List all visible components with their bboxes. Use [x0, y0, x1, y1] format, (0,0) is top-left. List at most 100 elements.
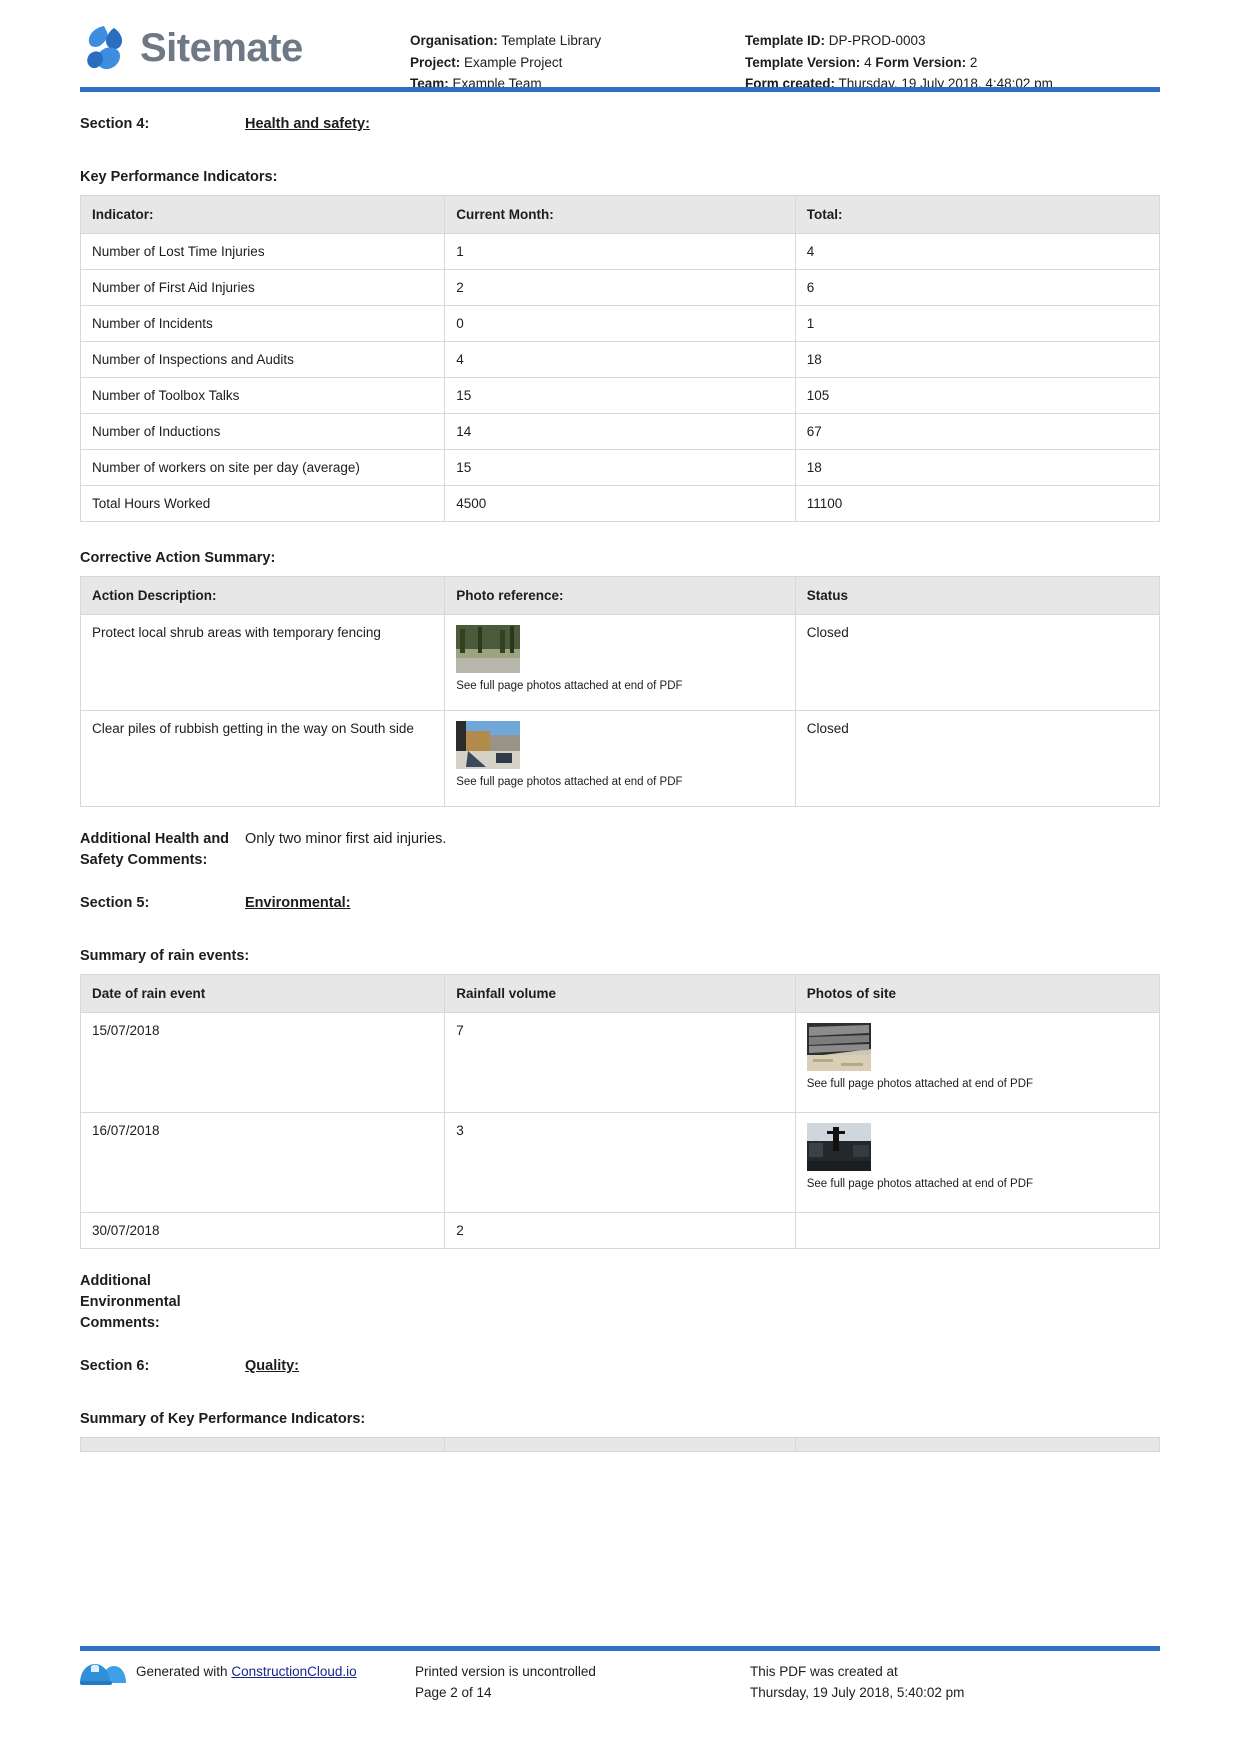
rain-header-row: Date of rain event Rainfall volume Photo…	[79, 974, 1161, 1013]
kpi-indicator: Number of Incidents	[79, 305, 446, 342]
section-5-number: Section 5:	[80, 895, 150, 911]
photo-caption: See full page photos attached at end of …	[806, 1078, 1034, 1090]
kpi-indicator: Number of Inductions	[79, 413, 446, 450]
rain-volume: 3	[444, 1112, 796, 1213]
health-safety-comments: Additional Health and Safety Comments: O…	[80, 829, 1160, 871]
corrective-photo-cell: See full page photos attached at end of …	[444, 614, 796, 711]
footer-page-number: Page 2 of 14	[415, 1685, 492, 1700]
header-divider	[80, 87, 1160, 92]
section-5-title: Environmental:	[245, 895, 351, 911]
template-version-line: Template Version: 4 Form Version: 2	[745, 52, 1053, 74]
footer-created-at-value: Thursday, 19 July 2018, 5:40:02 pm	[750, 1685, 965, 1700]
corrective-photo-cell: See full page photos attached at end of …	[444, 710, 796, 807]
footer-created-at: This PDF was created at Thursday, 19 Jul…	[750, 1661, 1085, 1703]
corrective-header-row: Action Description: Photo reference: Sta…	[79, 576, 1161, 615]
kpi-indicator: Number of Lost Time Injuries	[79, 233, 446, 270]
rain-date: 30/07/2018	[79, 1212, 446, 1249]
footer-divider	[80, 1646, 1160, 1651]
table-row	[79, 1437, 1161, 1452]
kpi-indicator: Total Hours Worked	[79, 485, 446, 522]
quality-stub-cell-1	[79, 1437, 446, 1452]
rain-heading: Summary of rain events:	[80, 948, 250, 964]
rain-col-photos: Photos of site	[794, 974, 1161, 1013]
kpi-col-indicator: Indicator:	[79, 195, 446, 234]
organisation-value: Template Library	[501, 33, 602, 48]
rain-date: 16/07/2018	[79, 1112, 446, 1213]
section-4-number: Section 4:	[80, 116, 150, 132]
form-version-label: Form Version:	[875, 54, 967, 70]
rain-photo-cell	[794, 1212, 1161, 1249]
kpi-header-row: Indicator: Current Month: Total:	[79, 195, 1161, 234]
document-header: Sitemate Organisation: Template Library …	[0, 0, 1240, 92]
form-version-value: 2	[969, 54, 978, 70]
table-row: Number of Inductions 14 67	[79, 413, 1161, 450]
section-heading-6: Section 6: Quality:	[80, 1358, 1160, 1374]
table-row: Clear piles of rubbish getting in the wa…	[79, 710, 1161, 807]
header-meta-right: Template ID: DP-PROD-0003 Template Versi…	[745, 14, 1053, 95]
quality-kpi-table-stub	[79, 1437, 1161, 1452]
brand-logo: Sitemate	[80, 14, 410, 72]
corrective-description: Protect local shrub areas with temporary…	[79, 614, 446, 711]
site-photo-thumbnail-2	[806, 1123, 871, 1171]
table-row: 30/07/2018 2	[79, 1212, 1161, 1249]
kpi-current: 15	[444, 449, 796, 486]
table-row: Total Hours Worked 4500 11100	[79, 485, 1161, 522]
template-id-label: Template ID:	[745, 33, 826, 48]
kpi-total: 67	[794, 413, 1161, 450]
corrective-col-photo: Photo reference:	[444, 576, 796, 615]
kpi-current: 1	[444, 233, 796, 270]
section-6-title: Quality:	[245, 1358, 299, 1374]
section-4-title: Health and safety:	[245, 116, 370, 132]
section-heading-4: Section 4: Health and safety:	[80, 116, 1160, 132]
organisation-label: Organisation:	[410, 33, 498, 48]
sitemate-logo-icon	[87, 26, 123, 70]
corrective-heading: Corrective Action Summary:	[80, 550, 276, 566]
table-row: Number of First Aid Injuries 2 6	[79, 269, 1161, 306]
table-row: Number of Lost Time Injuries 1 4	[79, 233, 1161, 270]
section-heading-5: Section 5: Environmental:	[80, 895, 1160, 911]
kpi-heading: Key Performance Indicators:	[80, 169, 278, 185]
environmental-comments: Additional Environmental Comments:	[80, 1271, 1160, 1334]
table-row: 16/07/2018 3 See full page photos attach…	[79, 1112, 1161, 1213]
rain-col-volume: Rainfall volume	[444, 974, 796, 1013]
table-row: 15/07/2018 7 See full page photos attach…	[79, 1012, 1161, 1113]
table-row: Protect local shrub areas with temporary…	[79, 614, 1161, 711]
kpi-table: Indicator: Current Month: Total: Number …	[79, 195, 1161, 522]
kpi-current: 4	[444, 341, 796, 378]
table-row: Number of Toolbox Talks 15 105	[79, 377, 1161, 414]
site-photo-thumbnail-1	[806, 1023, 871, 1071]
constructioncloud-link[interactable]: ConstructionCloud.io	[231, 1664, 356, 1679]
kpi-total: 6	[794, 269, 1161, 306]
quality-stub-cell-3	[794, 1437, 1161, 1452]
kpi-total: 18	[794, 449, 1161, 486]
health-safety-comments-value: Only two minor first aid injuries.	[245, 831, 447, 847]
environmental-comments-label: Additional Environmental Comments:	[80, 1273, 181, 1331]
kpi-col-current-month: Current Month:	[444, 195, 796, 234]
brand-name: Sitemate	[140, 26, 303, 70]
rain-col-date: Date of rain event	[79, 974, 446, 1013]
kpi-total: 105	[794, 377, 1161, 414]
corrective-col-status: Status	[794, 576, 1161, 615]
kpi-total: 18	[794, 341, 1161, 378]
kpi-total: 1	[794, 305, 1161, 342]
header-meta-left: Organisation: Template Library Project: …	[410, 14, 745, 95]
corrective-description: Clear piles of rubbish getting in the wa…	[79, 710, 446, 807]
quality-kpi-heading: Summary of Key Performance Indicators:	[80, 1411, 366, 1427]
photo-caption: See full page photos attached at end of …	[456, 776, 683, 788]
kpi-col-total: Total:	[794, 195, 1161, 234]
photo-caption: See full page photos attached at end of …	[806, 1178, 1034, 1190]
corrective-action-table: Action Description: Photo reference: Sta…	[79, 576, 1161, 807]
project-line: Project: Example Project	[410, 52, 745, 74]
health-safety-comments-label: Additional Health and Safety Comments:	[80, 831, 230, 868]
footer-print-notice: Printed version is uncontrolled Page 2 o…	[415, 1661, 750, 1703]
quality-stub-cell-2	[444, 1437, 796, 1452]
footer-created-at-label: This PDF was created at	[750, 1664, 898, 1679]
rain-photo-cell: See full page photos attached at end of …	[794, 1012, 1161, 1113]
footer-generated-prefix: Generated with	[136, 1664, 228, 1679]
rubbish-pile-photo-thumbnail	[456, 721, 521, 769]
corrective-status: Closed	[794, 614, 1161, 711]
kpi-indicator: Number of workers on site per day (avera…	[79, 449, 446, 486]
document-page: Sitemate Organisation: Template Library …	[0, 0, 1240, 1754]
footer-uncontrolled-text: Printed version is uncontrolled	[415, 1664, 596, 1679]
document-footer: Generated with ConstructionCloud.io Prin…	[0, 1646, 1240, 1754]
